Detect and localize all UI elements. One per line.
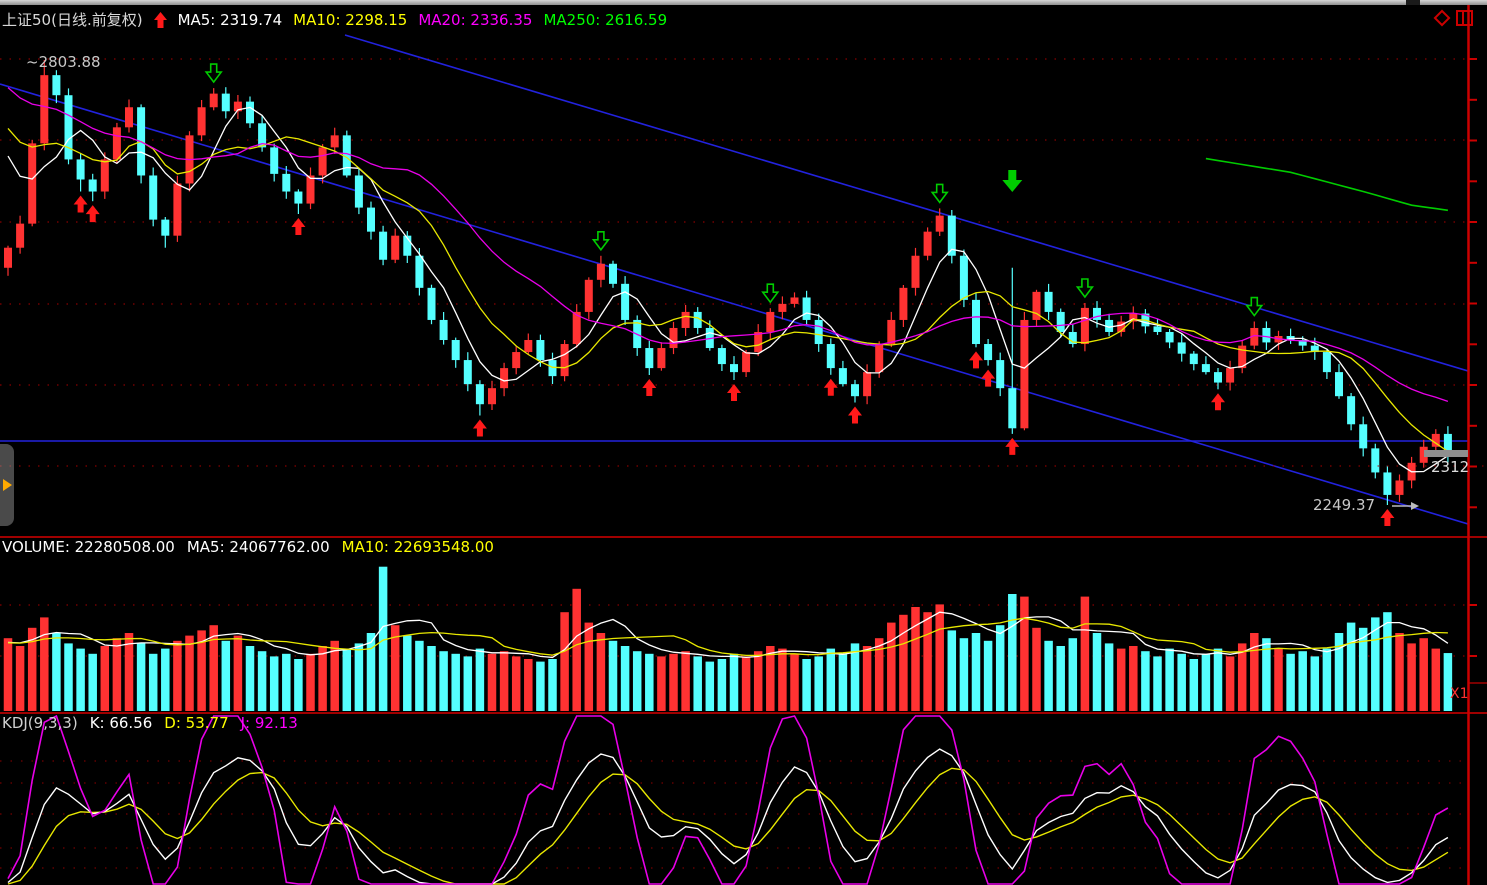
split-window-icon[interactable] <box>1456 10 1473 26</box>
kdj-k-value: K: 66.56 <box>90 714 153 732</box>
chart-toolbar <box>1436 10 1473 26</box>
window-titlebar-edge <box>0 0 1487 5</box>
stock-chart-app: 上证50(日线.前复权) MA5: 2319.74 MA10: 2298.15 … <box>0 0 1487 885</box>
up-arrow-icon <box>154 12 167 28</box>
volume-ma10-value: MA10: 22693548.00 <box>342 538 494 556</box>
kdj-d-value: D: 53.77 <box>164 714 228 732</box>
titlebar-notch <box>1406 0 1420 5</box>
volume-ma5-value: MA5: 24067762.00 <box>187 538 330 556</box>
low-price-label: 2249.37 <box>1313 496 1375 514</box>
chart-canvas[interactable] <box>0 0 1487 885</box>
kdj-j-value: J: 92.13 <box>241 714 298 732</box>
main-chart-header: 上证50(日线.前复权) MA5: 2319.74 MA10: 2298.15 … <box>2 9 667 30</box>
diamond-icon[interactable] <box>1434 10 1451 27</box>
chart-title: 上证50(日线.前复权) <box>2 9 143 30</box>
ma5-value: MA5: 2319.74 <box>178 11 283 29</box>
ma20-value: MA20: 2336.35 <box>418 11 532 29</box>
ma10-value: MA10: 2298.15 <box>293 11 407 29</box>
ma250-value: MA250: 2616.59 <box>543 11 667 29</box>
volume-header: VOLUME: 22280508.00 MA5: 24067762.00 MA1… <box>2 538 494 556</box>
expand-arrow-icon <box>3 479 12 491</box>
last-price-label: 2312 <box>1431 458 1469 476</box>
volume-scale-label: X1 <box>1450 686 1469 702</box>
kdj-header: KDJ(9,3,3) K: 66.56 D: 53.77 J: 92.13 <box>2 714 298 732</box>
last-price-pointer <box>1424 450 1468 457</box>
high-price-label: ~2803.88 <box>26 53 101 71</box>
volume-value: VOLUME: 22280508.00 <box>2 538 175 556</box>
kdj-name: KDJ(9,3,3) <box>2 714 78 732</box>
panel-expander-handle[interactable] <box>0 444 14 526</box>
